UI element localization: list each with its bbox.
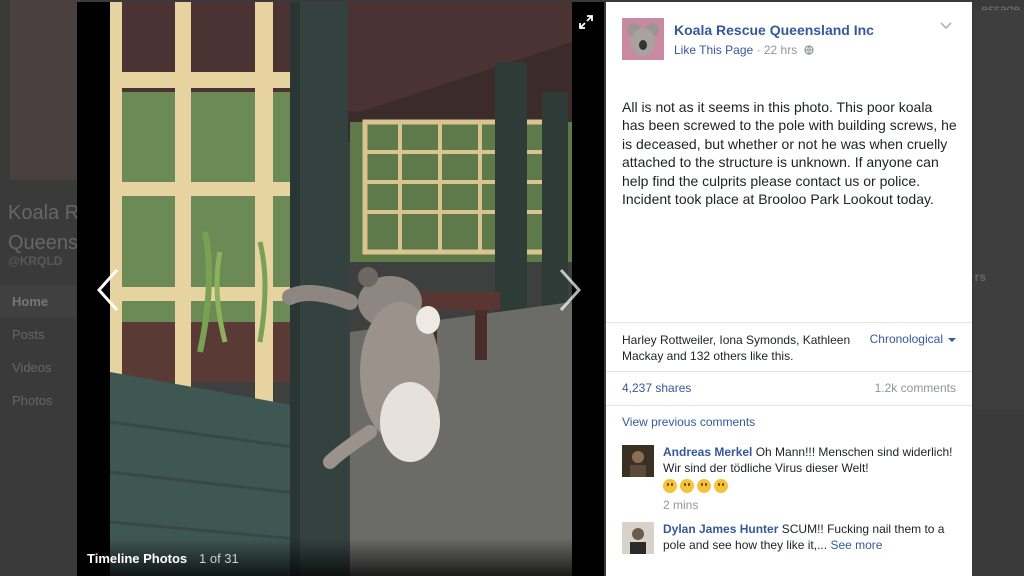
expand-icon[interactable] (578, 14, 594, 30)
divider (606, 322, 972, 323)
post-meta: Like This Page · 22 hrs (674, 43, 814, 57)
post-side-panel: Koala Rescue Queensland Inc Like This Pa… (606, 2, 972, 576)
background-page-handle: @KRQLD (8, 254, 63, 268)
photo-viewer: Timeline Photos 1 of 31 (77, 2, 604, 576)
next-photo-arrow-icon[interactable] (557, 266, 583, 314)
comment-order-label: Chronological (869, 332, 943, 346)
see-more-link[interactable]: See more (830, 538, 882, 552)
previous-photo-arrow-icon[interactable] (95, 266, 121, 314)
chevron-down-icon[interactable] (940, 22, 952, 30)
comment-timestamp[interactable]: 2 mins (663, 498, 958, 514)
globe-icon (803, 45, 814, 55)
divider (606, 371, 972, 372)
post-text: All is not as it seems in this photo. Th… (622, 99, 957, 208)
comment-body: Dylan James Hunter SCUM!! Fucking nail t… (663, 522, 958, 553)
comment-author-link[interactable]: Dylan James Hunter (663, 522, 778, 536)
background-right-column (974, 10, 1024, 410)
emoji-icon (663, 478, 677, 493)
user-avatar-icon (622, 445, 654, 477)
comment-body: Andreas Merkel Oh Mann!!! Menschen sind … (663, 445, 958, 513)
background-page-nav: Home Posts Videos Photos (0, 285, 76, 417)
background-right-heading: rs (974, 270, 986, 284)
album-name-link[interactable]: Timeline Photos (87, 551, 187, 566)
commenter-avatar[interactable] (622, 445, 654, 477)
background-cover-photo (10, 0, 80, 180)
likers-summary[interactable]: Harley Rottweiler, Iona Symonds, Kathlee… (622, 332, 862, 364)
background-nav-photos: Photos (12, 393, 53, 408)
background-title-line-1: Koala R (8, 202, 80, 224)
comment-emojis (663, 478, 958, 494)
shares-link[interactable]: 4,237 shares (622, 381, 691, 395)
commenter-avatar[interactable] (622, 522, 654, 554)
photo-counter: 1 of 31 (199, 551, 239, 566)
view-previous-comments-link[interactable]: View previous comments (622, 415, 755, 429)
emoji-icon (697, 478, 711, 493)
page-avatar[interactable] (622, 18, 664, 60)
page-name-link[interactable]: Koala Rescue Queensland Inc (674, 22, 874, 38)
comment-order-select[interactable]: Chronological (870, 332, 956, 346)
caret-down-icon (948, 337, 956, 342)
user-avatar-icon (622, 522, 654, 554)
koala-avatar-icon (622, 18, 664, 60)
like-page-link[interactable]: Like This Page (674, 43, 753, 57)
background-nav-posts: Posts (12, 327, 45, 342)
emoji-icon (680, 478, 694, 493)
comments-count[interactable]: 1.2k comments (875, 381, 956, 395)
comment-author-link[interactable]: Andreas Merkel (663, 445, 752, 459)
background-nav-home: Home (0, 285, 76, 318)
background-nav-videos: Videos (12, 360, 52, 375)
divider (606, 405, 972, 406)
background-page-title: Koala R Queensl (8, 198, 83, 258)
meta-separator: · (753, 43, 764, 57)
koala-photo-image (110, 2, 572, 576)
emoji-icon (714, 478, 728, 493)
koala-photo[interactable] (110, 2, 572, 576)
post-timestamp[interactable]: 22 hrs (764, 43, 797, 57)
comment-content: Andreas Merkel Oh Mann!!! Menschen sind … (663, 445, 958, 476)
